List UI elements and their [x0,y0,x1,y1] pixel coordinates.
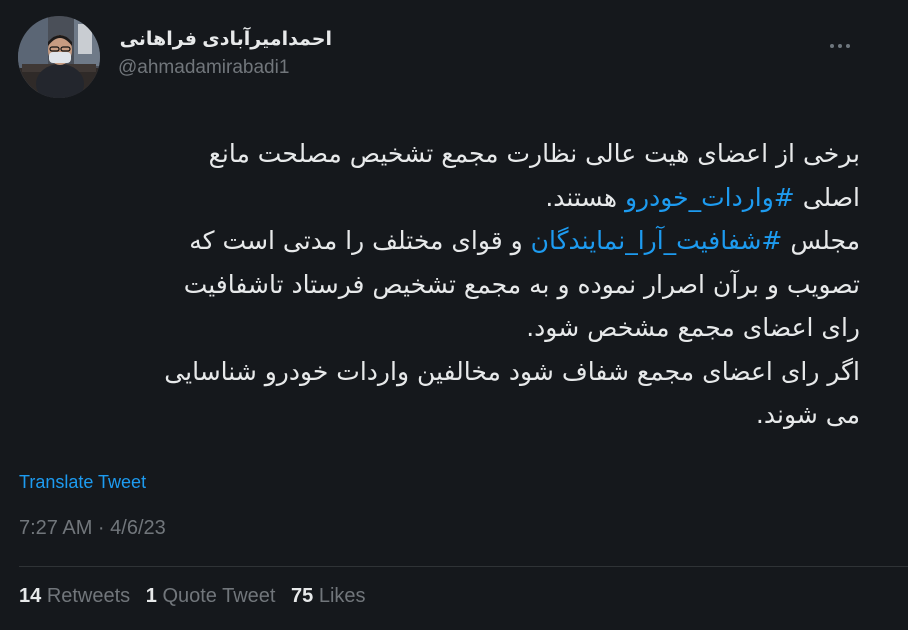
tweet-text-segment: برخی از اعضای هیت عالی نظارت مجمع تشخیص … [208,139,860,168]
hashtag-link[interactable]: #واردات_خودرو [625,183,795,212]
likes-stat[interactable]: 75 Likes [291,585,366,608]
tweet-text-segment: هستند. [545,182,625,212]
author-name[interactable]: احمدامیرآبادی فراهانی [118,28,332,51]
quotes-count: 1 [145,585,157,607]
divider [19,566,908,567]
tweet-card: احمدامیرآبادی فراهانی @ahmadamirabadi1 ب… [0,0,908,630]
engagement-stats: 14 Retweets 1 Quote Tweet 75 Likes [19,585,376,608]
tweet-text-line: برخی از اعضای هیت عالی نظارت مجمع تشخیص … [60,132,860,176]
tweet-text-line: مجلس #شفافیت_آرا_نمایندگان و قوای مختلف … [60,219,860,263]
tweet-timestamp[interactable]: 7:27 AM · 4/6/23 [19,517,166,540]
tweet-text: برخی از اعضای هیت عالی نظارت مجمع تشخیص … [60,132,860,437]
hashtag-link[interactable]: #شفافیت_آرا_نمایندگان [531,226,783,255]
tweet-text-line: اصلی #واردات_خودرو هستند. [60,176,860,220]
tweet-text-line: اگر رای اعضای مجمع شفاف شود مخالفین وارد… [60,350,860,394]
tweet-text-segment: رای اعضای مجمع مشخص شود. [526,313,860,342]
quotes-label: Quote Tweet [162,585,276,607]
avatar[interactable] [18,16,100,98]
tweet-text-segment: می شوند. [755,400,860,429]
author-handle[interactable]: @ahmadamirabadi1 [118,57,289,79]
tweet-text-segment: مجلس [782,226,860,255]
tweet-text-segment: و قوای مختلف را مدتی است که [189,226,531,255]
retweets-count: 14 [19,585,42,607]
tweet-text-line: رای اعضای مجمع مشخص شود. [60,306,860,350]
tweet-text-segment: اصلی [794,182,860,212]
likes-label: Likes [318,585,366,607]
quote-tweets-stat[interactable]: 1 Quote Tweet [146,585,276,608]
translate-tweet-link[interactable]: Translate Tweet [19,472,146,493]
retweets-label: Retweets [46,585,131,607]
tweet-text-line: می شوند. [60,393,860,437]
retweets-stat[interactable]: 14 Retweets [19,585,130,608]
avatar-image [18,16,100,98]
tweet-text-segment: اگر رای اعضای مجمع شفاف شود مخالفین وارد… [164,356,860,386]
more-options-button[interactable] [820,24,860,64]
more-horizontal-icon [828,35,852,53]
tweet-text-line: تصویب و برآن اصرار نموده و به مجمع تشخیص… [60,263,860,307]
likes-count: 75 [291,585,314,607]
tweet-text-segment: تصویب و برآن اصرار نموده و به مجمع تشخیص… [183,269,860,299]
